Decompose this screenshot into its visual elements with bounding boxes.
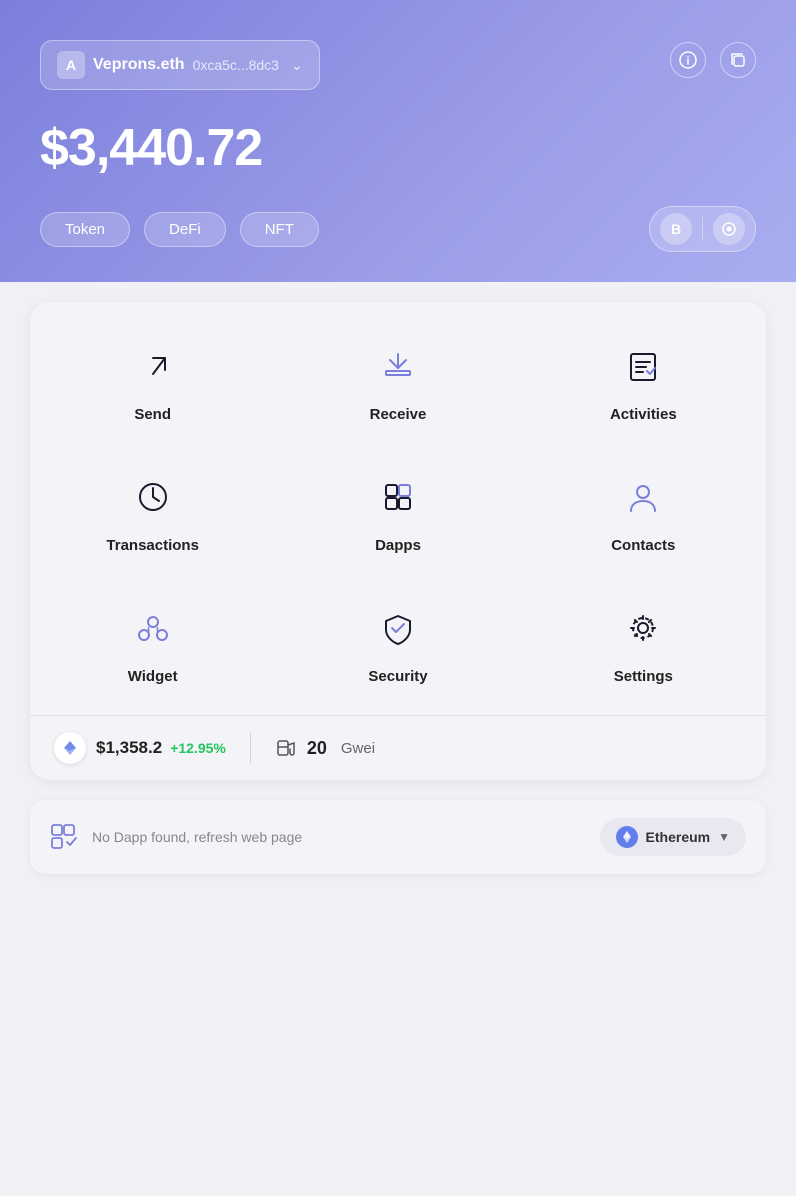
network-chevron-icon: ▼ [718,830,730,844]
partner-logos: B [649,206,756,252]
dapp-message: No Dapp found, refresh web page [92,829,600,845]
security-action[interactable]: Security [275,574,520,705]
gas-value: 20 [307,738,327,759]
transactions-action[interactable]: Transactions [30,443,275,574]
contacts-label: Contacts [611,537,675,554]
security-icon [372,602,424,654]
contacts-action[interactable]: Contacts [521,443,766,574]
eth-icon [54,732,86,764]
partner-b-logo: B [660,213,692,245]
wallet-name: Veprons.eth [93,56,185,74]
dapps-icon [372,471,424,523]
dapps-label: Dapps [375,537,421,554]
dapp-grid-icon [50,823,78,851]
tab-nft[interactable]: NFT [240,212,319,247]
actions-grid: Send Receive [30,302,766,715]
settings-action[interactable]: Settings [521,574,766,705]
gas-unit: Gwei [341,740,375,757]
activities-action[interactable]: Activities [521,312,766,443]
transactions-label: Transactions [106,537,199,554]
tab-token[interactable]: Token [40,212,130,247]
partner-second-logo [713,213,745,245]
wallet-address: 0xca5c...8dc3 [193,57,279,73]
widget-action[interactable]: Widget [30,574,275,705]
network-eth-icon [616,826,638,848]
network-label: Ethereum [646,829,711,845]
receive-label: Receive [370,406,427,423]
settings-label: Settings [614,668,673,685]
ticker-divider [250,732,251,764]
receive-action[interactable]: Receive [275,312,520,443]
chevron-down-icon: ⌄ [291,57,303,74]
transactions-icon [127,471,179,523]
network-button[interactable]: Ethereum ▼ [600,818,746,856]
send-action[interactable]: Send [30,312,275,443]
eth-change: +12.95% [170,740,226,756]
contacts-icon [617,471,669,523]
security-label: Security [368,668,427,685]
settings-icon [617,602,669,654]
eth-price: $1,358.2 [96,738,162,758]
main-card: Send Receive [30,302,766,780]
wallet-balance: $3,440.72 [40,118,756,178]
dapps-action[interactable]: Dapps [275,443,520,574]
copy-button[interactable] [720,42,756,78]
ticker-bar: $1,358.2 +12.95% 20 Gwei [30,715,766,780]
partner-divider [702,217,703,241]
address-bar[interactable]: A Veprons.eth 0xca5c...8dc3 ⌄ [40,40,320,90]
activities-label: Activities [610,406,677,423]
header-icons [670,42,756,78]
widget-label: Widget [128,668,178,685]
tab-defi[interactable]: DeFi [144,212,226,247]
send-icon [127,340,179,392]
gas-icon [275,737,297,759]
widget-icon [127,602,179,654]
activities-icon [617,340,669,392]
receive-icon [372,340,424,392]
gas-section: 20 Gwei [275,737,375,759]
dapp-bar: No Dapp found, refresh web page Ethereum… [30,800,766,874]
info-button[interactable] [670,42,706,78]
asset-tabs: Token DeFi NFT B [40,206,756,252]
wallet-avatar: A [57,51,85,79]
send-label: Send [134,406,171,423]
hero-section: A Veprons.eth 0xca5c...8dc3 ⌄ $3,440.72 … [0,0,796,282]
